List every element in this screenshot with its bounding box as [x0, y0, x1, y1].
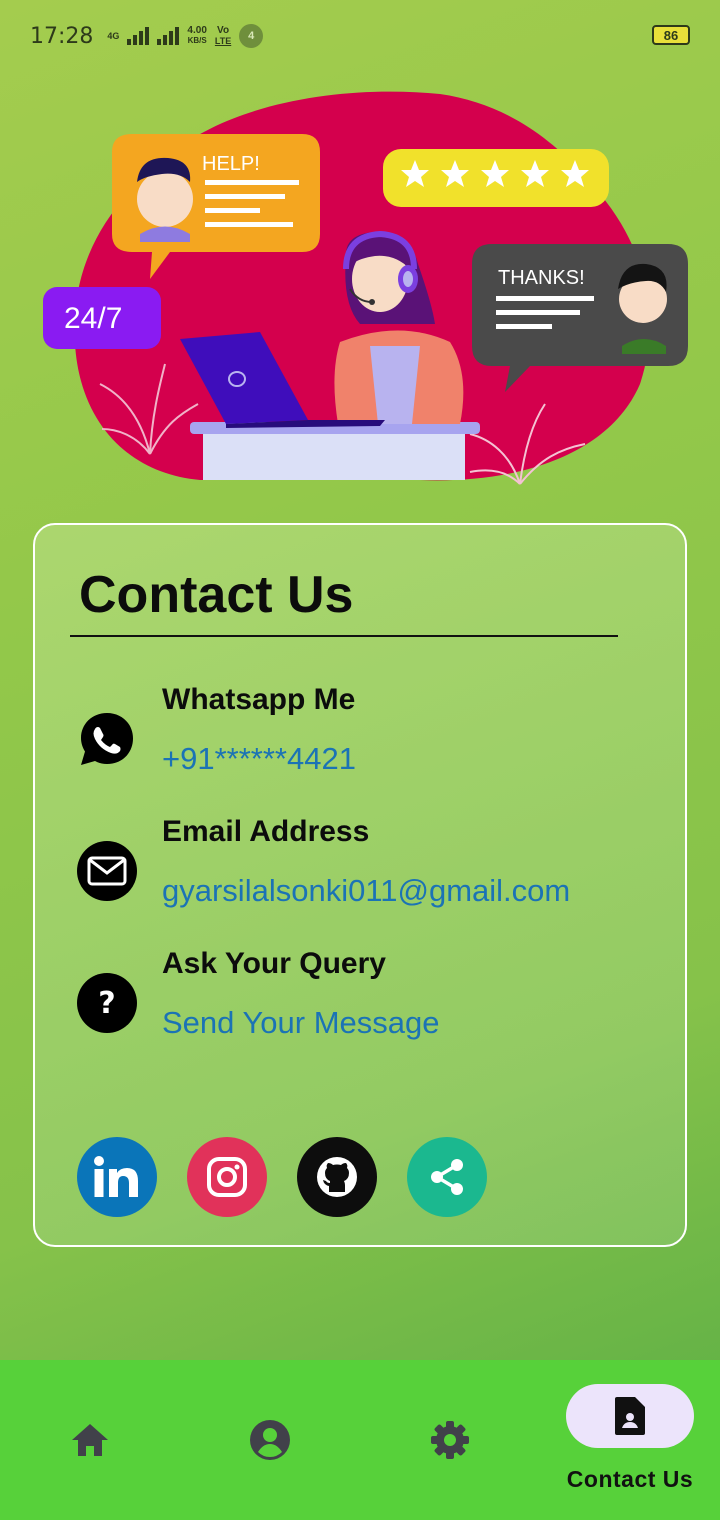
signal-icon	[127, 27, 150, 45]
email-label: Email Address	[162, 815, 370, 848]
notification-badge: 4	[239, 24, 264, 48]
linkedin-icon	[94, 1156, 138, 1197]
availability-badge: 24/7	[43, 287, 161, 349]
account-icon	[250, 1420, 290, 1460]
status-icons: 4G 4.00 KB/S Vo LTE 4	[107, 24, 264, 48]
speed-unit: KB/S	[187, 36, 207, 45]
volte-indicator: Vo LTE	[214, 25, 232, 47]
instagram-button[interactable]	[187, 1137, 267, 1217]
mail-icon	[77, 841, 137, 901]
whatsapp-number-link[interactable]: +91******4421	[162, 741, 356, 777]
whatsapp-icon	[77, 709, 137, 769]
linkedin-button[interactable]	[77, 1137, 157, 1217]
volte-top: Vo	[217, 25, 230, 36]
share-icon	[431, 1159, 463, 1195]
help-text: HELP!	[202, 153, 260, 175]
question-icon: ?	[77, 973, 137, 1033]
whatsapp-label: Whatsapp Me	[162, 683, 356, 716]
nav-profile[interactable]	[230, 1400, 310, 1480]
nav-home[interactable]	[50, 1400, 130, 1480]
contact-card: Contact Us Whatsapp Me +91******4421 Ema…	[33, 523, 687, 1247]
home-icon	[72, 1424, 108, 1456]
thanks-text: THANKS!	[498, 267, 585, 289]
contact-icon	[615, 1397, 645, 1435]
signal-icon-2	[157, 27, 180, 45]
nav-contact-active-pill[interactable]	[566, 1384, 694, 1448]
volte-bottom: LTE	[214, 36, 232, 46]
nav-contact-label[interactable]: Contact Us	[548, 1466, 712, 1493]
help-person-avatar	[137, 171, 193, 227]
query-label: Ask Your Query	[162, 947, 386, 980]
email-row[interactable]: Email Address gyarsilalsonki011@gmail.co…	[77, 815, 657, 925]
network-speed: 4.00 KB/S	[187, 26, 206, 46]
github-icon	[317, 1157, 357, 1197]
github-button[interactable]	[297, 1137, 377, 1217]
availability-text: 24/7	[64, 302, 122, 335]
nav-settings[interactable]	[410, 1400, 490, 1480]
whatsapp-row[interactable]: Whatsapp Me +91******4421	[77, 683, 657, 793]
bottom-navigation: Contact Us	[0, 1360, 720, 1520]
social-links	[77, 1137, 487, 1217]
network-type-label: 4G	[107, 31, 120, 41]
rating-stars	[383, 149, 609, 207]
status-bar: 17:28 4G 4.00 KB/S Vo LTE 4 86	[0, 0, 720, 72]
send-message-link[interactable]: Send Your Message	[162, 1005, 440, 1041]
page-title: Contact Us	[79, 566, 354, 624]
support-illustration: HELP! THANKS! 24/7	[43, 91, 688, 485]
share-button[interactable]	[407, 1137, 487, 1217]
instagram-icon	[207, 1157, 247, 1197]
status-time: 17:28	[30, 23, 94, 49]
title-divider	[70, 635, 618, 637]
speed-value: 4.00	[187, 25, 207, 36]
query-row[interactable]: ? Ask Your Query Send Your Message	[77, 947, 657, 1057]
battery-icon: 86	[652, 25, 690, 45]
settings-icon	[431, 1421, 469, 1459]
email-address-link[interactable]: gyarsilalsonki011@gmail.com	[162, 873, 570, 909]
